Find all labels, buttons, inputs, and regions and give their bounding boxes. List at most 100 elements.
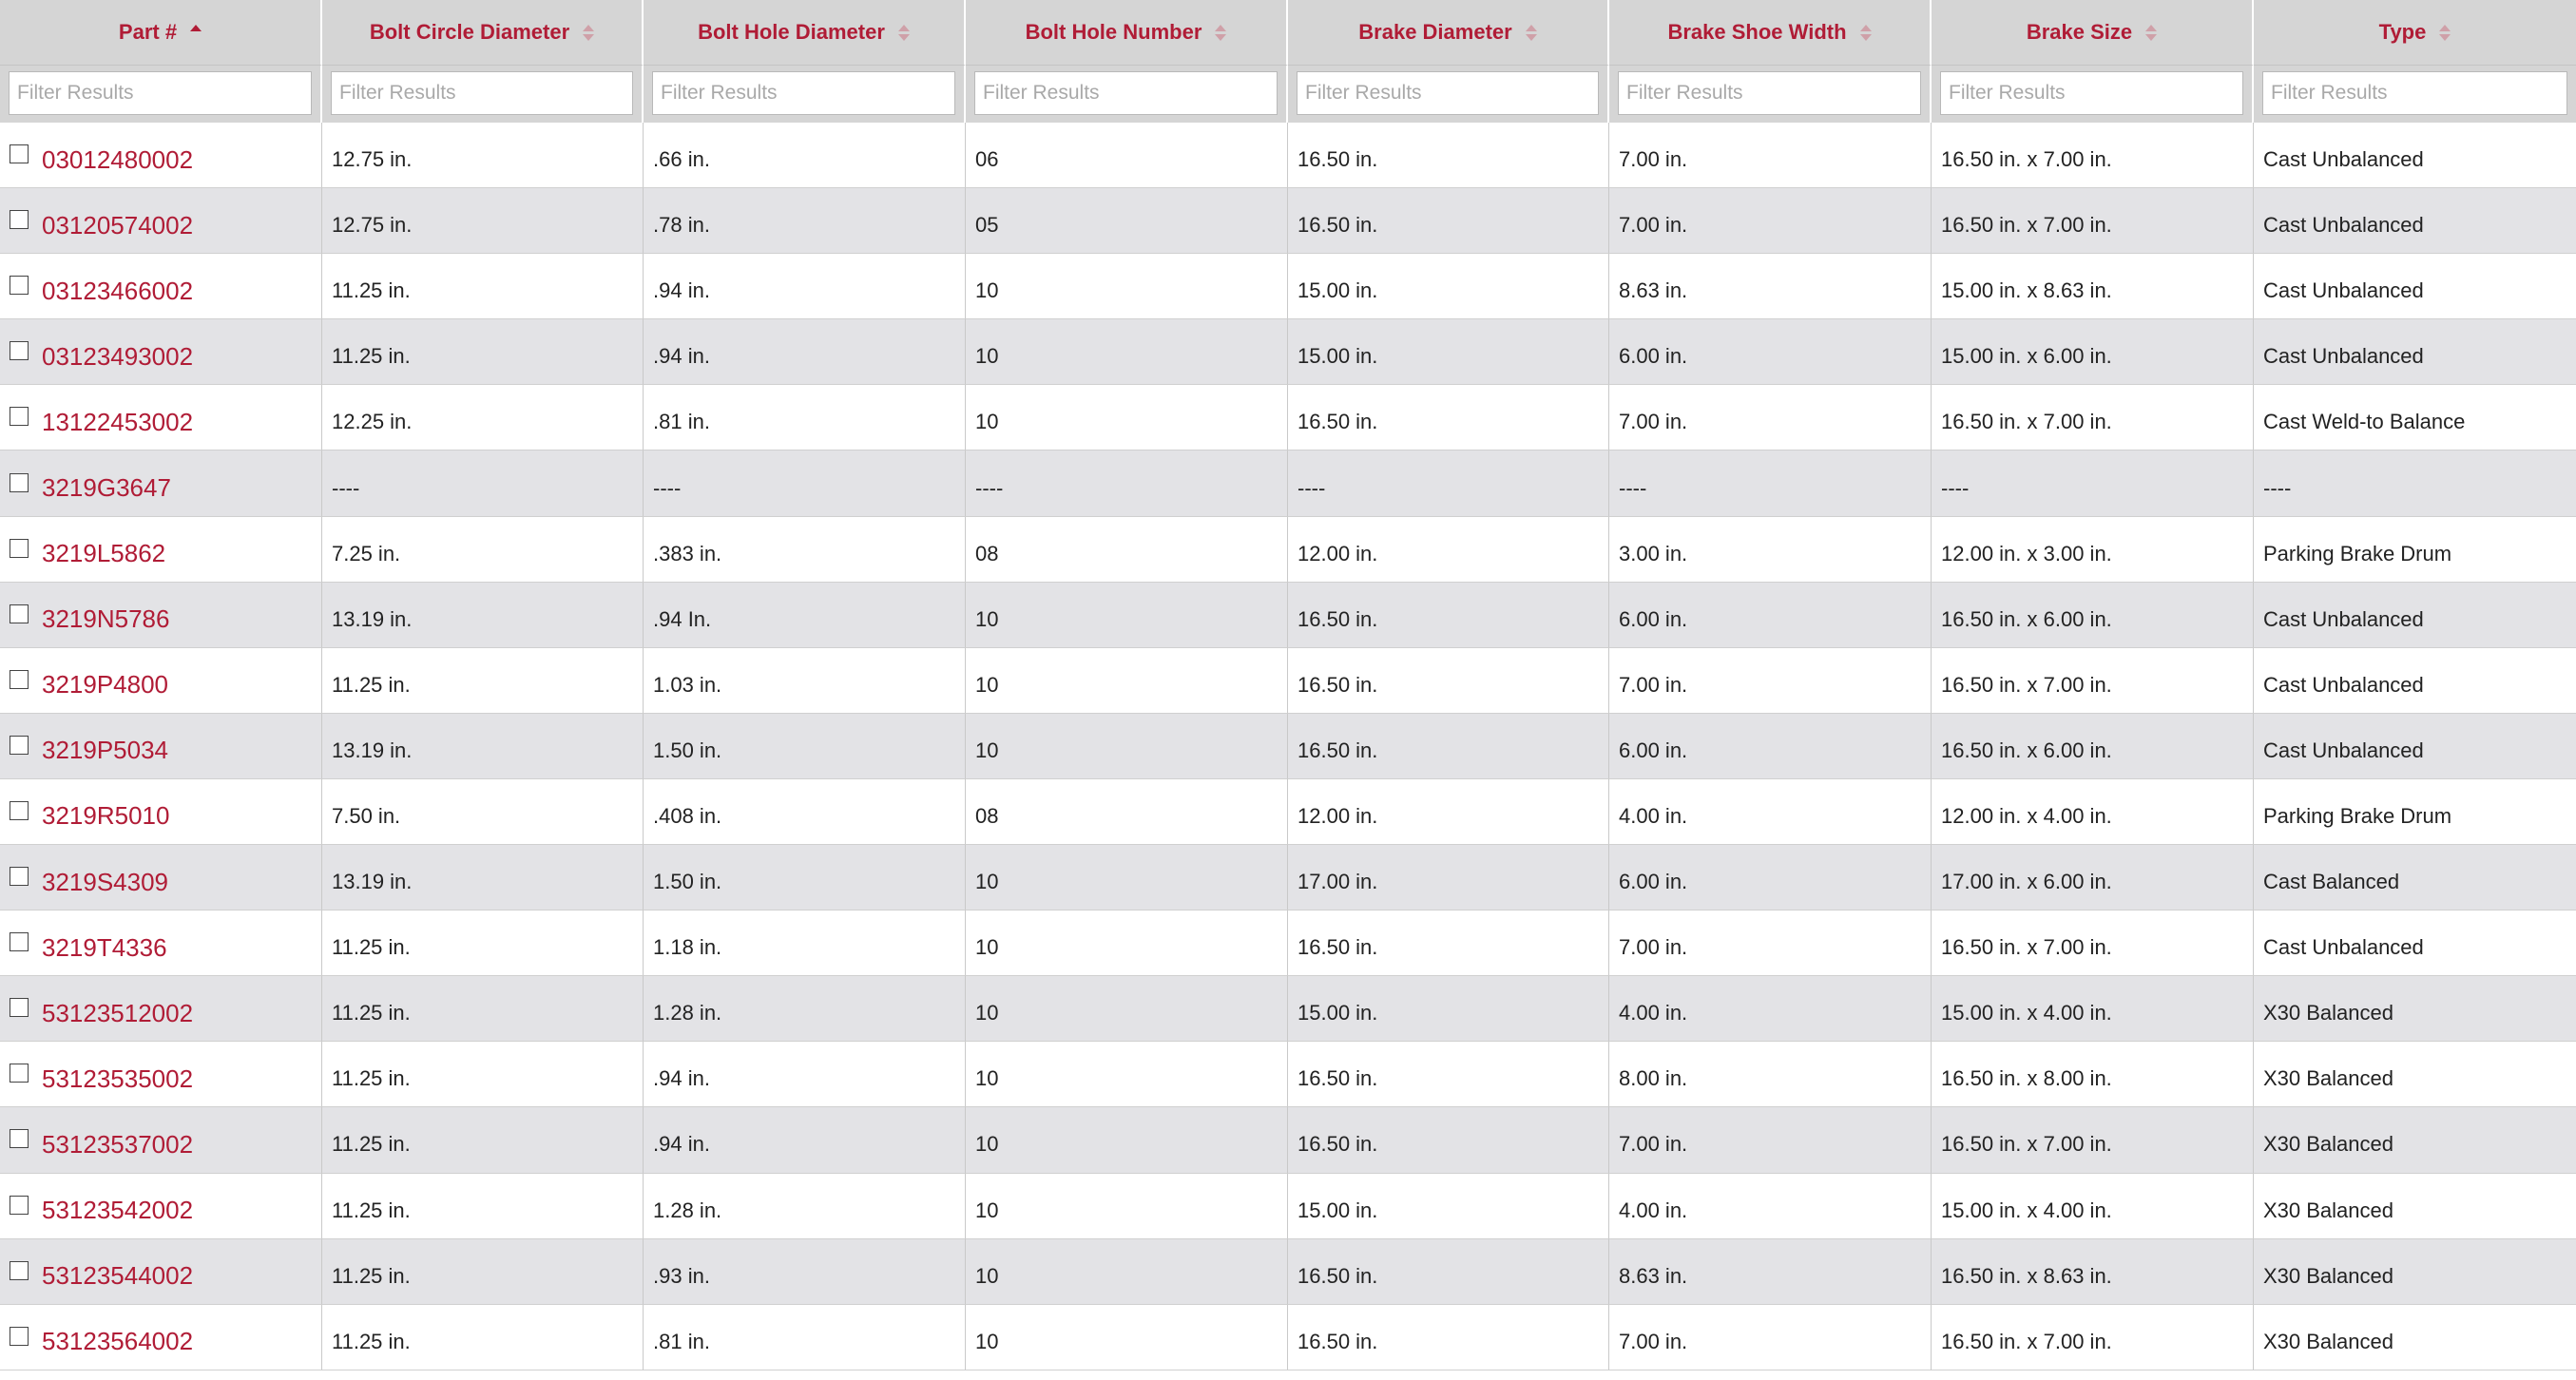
brake-shoe-width-cell: 7.00 in. [1609, 385, 1932, 451]
row-select-checkbox[interactable] [10, 276, 29, 296]
part-number-link[interactable]: 53123535002 [42, 1064, 193, 1094]
brake-size-cell: 16.50 in. x 6.00 in. [1932, 582, 2254, 648]
row-select-checkbox[interactable] [10, 932, 29, 952]
column-header-brake-diameter[interactable]: Brake Diameter [1288, 0, 1609, 66]
row-select-checkbox[interactable] [10, 867, 29, 887]
row-select-checkbox[interactable] [10, 998, 29, 1018]
bolt-hole-diameter-cell: .81 in. [644, 1304, 966, 1370]
brake-shoe-width-cell: 6.00 in. [1609, 845, 1932, 911]
part-number-cell: 53123535002 [0, 1042, 322, 1108]
brake-diameter-cell: ---- [1288, 450, 1609, 517]
part-number-link[interactable]: 3219L5862 [42, 539, 165, 568]
bolt-hole-number-cell: 10 [966, 1107, 1288, 1174]
brake-shoe-width-cell: 7.00 in. [1609, 123, 1932, 189]
brake-size-cell: 16.50 in. x 7.00 in. [1932, 188, 2254, 255]
row-select-checkbox[interactable] [10, 669, 29, 689]
part-number-link[interactable]: 53123544002 [42, 1261, 193, 1291]
filter-input-brake-diameter[interactable] [1297, 71, 1599, 115]
row-select-checkbox[interactable] [10, 144, 29, 164]
filter-input-type[interactable] [2262, 71, 2567, 115]
column-header-brake-shoe-width[interactable]: Brake Shoe Width [1609, 0, 1932, 66]
part-number-link[interactable]: 53123542002 [42, 1196, 193, 1225]
bolt-hole-diameter-cell: .94 in. [644, 1107, 966, 1174]
row-select-checkbox[interactable] [10, 210, 29, 230]
row-select-checkbox[interactable] [10, 800, 29, 820]
part-number-link[interactable]: 3219T4336 [42, 933, 167, 963]
bolt-hole-diameter-cell: 1.28 in. [644, 976, 966, 1043]
brake-diameter-cell: 16.50 in. [1288, 1107, 1609, 1174]
part-number-link[interactable]: 03123466002 [42, 277, 193, 306]
part-number-link[interactable]: 3219P5034 [42, 736, 168, 765]
column-label: Part # [118, 20, 178, 44]
bolt-hole-number-cell: 05 [966, 188, 1288, 255]
part-number-link[interactable]: 13122453002 [42, 408, 193, 437]
part-number-cell: 53123544002 [0, 1238, 322, 1305]
part-number-link[interactable]: 03120574002 [42, 211, 193, 240]
type-cell: Parking Brake Drum [2254, 516, 2576, 583]
row-select-checkbox[interactable] [10, 472, 29, 492]
row-select-checkbox[interactable] [10, 604, 29, 623]
sort-icon [1525, 24, 1537, 41]
sort-icon [2439, 24, 2451, 41]
column-header-bolt-hole-diameter[interactable]: Bolt Hole Diameter [644, 0, 966, 66]
part-number-link[interactable]: 3219P4800 [42, 670, 168, 700]
brake-shoe-width-cell: 7.00 in. [1609, 910, 1932, 977]
filter-input-bolt-circle-diameter[interactable] [331, 71, 633, 115]
type-cell: Cast Unbalanced [2254, 713, 2576, 779]
bolt-hole-number-cell: 08 [966, 516, 1288, 583]
part-number-link[interactable]: 03012480002 [42, 145, 193, 175]
type-cell: Cast Unbalanced [2254, 910, 2576, 977]
brake-diameter-cell: 16.50 in. [1288, 1304, 1609, 1370]
bolt-circle-diameter-cell: 13.19 in. [322, 713, 644, 779]
row-select-checkbox[interactable] [10, 1064, 29, 1083]
part-number-link[interactable]: 53123512002 [42, 999, 193, 1028]
bolt-hole-number-cell: 10 [966, 1238, 1288, 1305]
brake-shoe-width-cell: 4.00 in. [1609, 778, 1932, 846]
bolt-hole-diameter-cell: .383 in. [644, 516, 966, 583]
part-number-link[interactable]: 53123537002 [42, 1130, 193, 1160]
brake-shoe-width-cell: 8.63 in. [1609, 254, 1932, 320]
row-select-checkbox[interactable] [10, 1260, 29, 1280]
row-select-checkbox[interactable] [10, 538, 29, 558]
bolt-hole-diameter-cell: .94 in. [644, 319, 966, 386]
part-number-link[interactable]: 03123493002 [42, 342, 193, 372]
column-header-part-number[interactable]: Part # [0, 0, 322, 66]
filter-input-brake-shoe-width[interactable] [1618, 71, 1921, 115]
column-header-bolt-hole-number[interactable]: Bolt Hole Number [966, 0, 1288, 66]
row-select-checkbox[interactable] [10, 407, 29, 427]
type-cell: Parking Brake Drum [2254, 778, 2576, 846]
type-cell: Cast Unbalanced [2254, 319, 2576, 386]
bolt-circle-diameter-cell: 11.25 in. [322, 910, 644, 977]
filter-cell [1609, 66, 1932, 123]
filter-input-brake-size[interactable] [1940, 71, 2243, 115]
bolt-hole-number-cell: 10 [966, 1173, 1288, 1239]
column-header-type[interactable]: Type [2254, 0, 2576, 66]
filter-input-bolt-hole-number[interactable] [974, 71, 1278, 115]
bolt-circle-diameter-cell: 12.75 in. [322, 188, 644, 255]
bolt-hole-diameter-cell: 1.18 in. [644, 910, 966, 977]
brake-size-cell: 16.50 in. x 8.00 in. [1932, 1042, 2254, 1108]
part-number-link[interactable]: 3219S4309 [42, 868, 168, 897]
row-select-checkbox[interactable] [10, 735, 29, 755]
brake-diameter-cell: 16.50 in. [1288, 1238, 1609, 1305]
part-number-link[interactable]: 3219R5010 [42, 801, 169, 831]
part-number-link[interactable]: 3219G3647 [42, 473, 171, 503]
row-select-checkbox[interactable] [10, 1129, 29, 1149]
part-number-link[interactable]: 3219N5786 [42, 604, 169, 634]
row-select-checkbox[interactable] [10, 341, 29, 361]
part-number-cell: 3219S4309 [0, 845, 322, 911]
part-number-link[interactable]: 53123564002 [42, 1327, 193, 1356]
filter-input-bolt-hole-diameter[interactable] [652, 71, 955, 115]
part-number-cell: 03123493002 [0, 319, 322, 386]
brake-size-cell: 17.00 in. x 6.00 in. [1932, 845, 2254, 911]
filter-cell [322, 66, 644, 123]
filter-input-part-number[interactable] [9, 71, 312, 115]
brake-diameter-cell: 15.00 in. [1288, 319, 1609, 386]
row-select-checkbox[interactable] [10, 1326, 29, 1346]
bolt-hole-number-cell: 10 [966, 713, 1288, 779]
column-header-bolt-circle-diameter[interactable]: Bolt Circle Diameter [322, 0, 644, 66]
part-number-cell: 03120574002 [0, 188, 322, 255]
brake-size-cell: 15.00 in. x 6.00 in. [1932, 319, 2254, 386]
row-select-checkbox[interactable] [10, 1195, 29, 1215]
column-header-brake-size[interactable]: Brake Size [1932, 0, 2254, 66]
